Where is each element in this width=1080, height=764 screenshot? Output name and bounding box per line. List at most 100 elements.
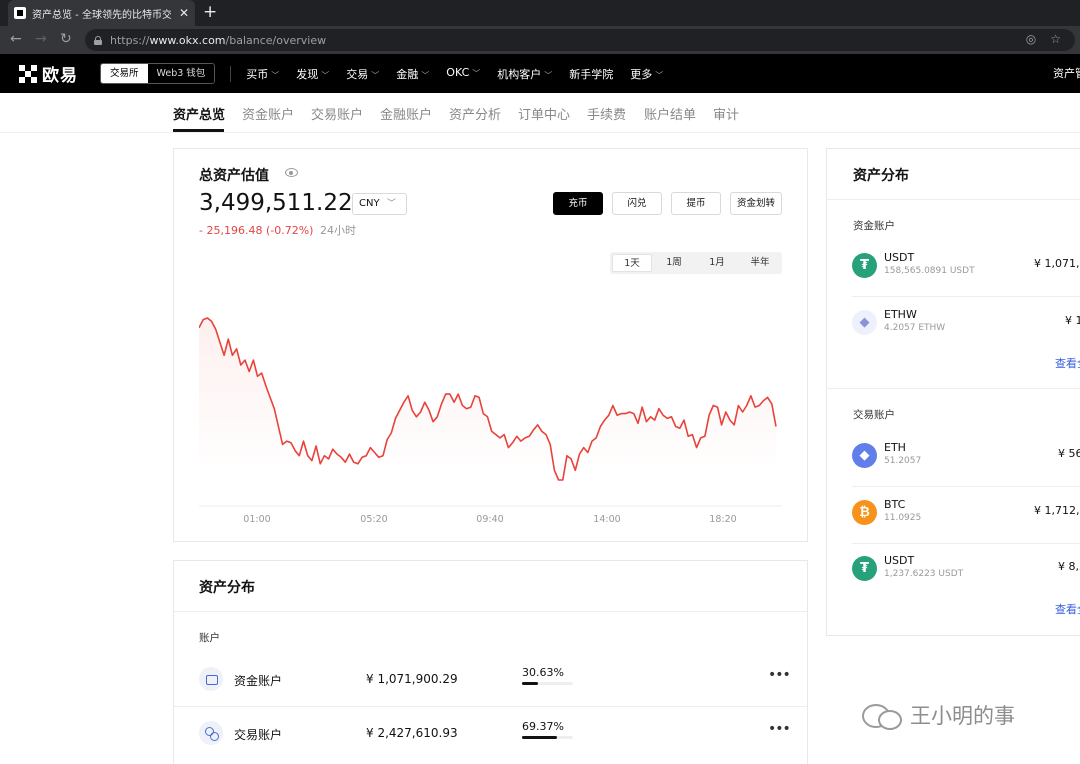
asset-quantity: 4.2057 ETHW — [884, 322, 946, 333]
header-nav-item[interactable]: OKC ﹀ — [446, 66, 480, 82]
site-header: 欧易 交易所 Web3 钱包 买币 ﹀ 发现 ﹀ 交易 ﹀ 金融 ﹀ OKC ﹀ 机构客户 ﹀ 新手学院… — [0, 54, 1080, 93]
lock-icon — [94, 35, 102, 45]
range-6m[interactable]: 半年 — [740, 254, 780, 272]
watermark-text: 王小明的事 — [910, 704, 1015, 728]
header-nav-label: 新手学院 — [569, 67, 614, 81]
asset-symbol: ETHW — [884, 307, 917, 321]
change-period: 24小时 — [319, 224, 356, 237]
header-nav-item[interactable]: 交易 ﹀ — [346, 66, 379, 82]
chevron-down-icon: ﹀ — [421, 70, 430, 80]
okx-favicon-icon — [14, 7, 26, 19]
header-nav-item[interactable]: 机构客户 ﹀ — [497, 66, 552, 82]
asset-row[interactable]: ◆ ETHW 4.2057 ETHW ¥ 1 — [827, 297, 1080, 353]
x-tick-label: 09:40 — [476, 514, 503, 525]
more-options-icon[interactable]: ••• — [768, 667, 791, 683]
close-tab-icon[interactable]: ✕ — [179, 6, 189, 20]
asset-value: ¥ 1,071,9 — [1034, 257, 1080, 270]
chart-area-fill — [199, 318, 776, 480]
convert-button[interactable]: 闪兑 — [612, 192, 662, 215]
currency-select[interactable]: CNY ﹀ — [352, 193, 407, 215]
subnav-tab[interactable]: 审计 — [713, 104, 739, 123]
link-icon — [199, 721, 223, 745]
eth-coin-icon: ◆ — [852, 443, 877, 468]
back-arrow-icon[interactable]: ← — [10, 31, 22, 47]
header-nav-item[interactable]: 更多 ﹀ — [630, 66, 663, 82]
asset-row[interactable]: ₿ BTC11.0925 ¥ 1,712,1 — [827, 487, 1080, 543]
header-nav-item[interactable]: 买币 ﹀ — [246, 66, 279, 82]
hidden-eye-icon[interactable]: ◎ — [1026, 32, 1036, 46]
asset-row[interactable]: ◆ ETH 51.2057 ¥ 563,6 — [827, 430, 1080, 486]
eye-icon[interactable] — [285, 168, 298, 177]
browser-tab[interactable]: 资产总览 - 全球领先的比特币交 ✕ — [8, 0, 195, 26]
asset-quantity: 11.0925 — [884, 512, 922, 523]
header-nav-label: 更多 — [630, 67, 653, 81]
subnav-tab[interactable]: 订单中心 — [518, 104, 570, 123]
okx-logo[interactable]: 欧易 — [19, 61, 78, 86]
reload-icon[interactable]: ↻ — [60, 31, 72, 47]
chevron-down-icon: ﹀ — [655, 70, 664, 80]
chevron-down-icon: ﹀ — [472, 68, 481, 78]
asset-symbol: USDT — [884, 251, 915, 264]
browser-toolbar: ← → ↻ https://www.okx.com/balance/overvi… — [0, 26, 1080, 54]
subnav-tab[interactable]: 账户结单 — [644, 104, 696, 123]
asset-quantity: 1,237.6223 USDT — [884, 569, 964, 579]
asset-row[interactable]: ₮ USDT 1,237.6223 USDT ¥ 8,3 — [827, 543, 1080, 599]
range-1m[interactable]: 1月 — [697, 254, 737, 272]
header-nav-item[interactable]: 金融 ﹀ — [396, 66, 429, 82]
withdraw-button[interactable]: 提币 — [671, 192, 721, 215]
btc-coin-icon: ₿ — [852, 499, 877, 525]
address-bar[interactable]: https://www.okx.com/balance/overview ◎ ☆ — [85, 29, 1075, 51]
account-row-trading[interactable]: 交易账户 ¥ 2,427,610.93 69.37% ••• — [174, 709, 807, 763]
x-tick-label: 14:00 — [593, 514, 620, 525]
web3-wallet-button[interactable]: Web3 钱包 — [147, 64, 215, 83]
asset-row[interactable]: ₮ USDT 158,565.0891 USDT ¥ 1,071,9 — [827, 240, 1080, 296]
account-name: 交易账户 — [234, 728, 283, 742]
exchange-mode-button[interactable]: 交易所 — [101, 64, 148, 83]
percent-bar — [522, 736, 573, 739]
subnav-tab[interactable]: 资金账户 — [242, 104, 294, 123]
header-nav-item[interactable]: 发现 ﹀ — [296, 66, 329, 82]
view-all-link[interactable]: 查看全 — [1055, 601, 1080, 617]
more-options-icon[interactable]: ••• — [768, 721, 791, 737]
new-tab-button[interactable]: + — [203, 2, 217, 22]
view-all-link[interactable]: 查看全 — [1055, 355, 1080, 371]
subnav-tab[interactable]: 资产分析 — [449, 104, 501, 123]
account-row-funding[interactable]: 资金账户 ¥ 1,071,900.29 30.63% ••• — [174, 655, 807, 709]
header-nav-label: 机构客户 — [497, 67, 542, 81]
chevron-down-icon: ﹀ — [321, 70, 330, 80]
range-1w[interactable]: 1周 — [654, 254, 694, 272]
asset-value: ¥ 8,3 — [1058, 560, 1080, 573]
subnav-tab[interactable]: 交易账户 — [311, 104, 363, 123]
subnav-tab[interactable]: 资产总览 — [173, 104, 225, 123]
header-nav-label: 发现 — [296, 67, 319, 81]
browser-tabstrip: 资产总览 - 全球领先的比特币交 ✕ + — [0, 0, 1080, 26]
x-tick-label: 18:20 — [709, 514, 736, 525]
total-asset-title: 总资产估值 — [199, 168, 269, 184]
watermark: 王小明的事 — [862, 700, 1015, 730]
header-nav-label: 交易 — [346, 67, 369, 81]
bookmark-star-icon[interactable]: ☆ — [1050, 32, 1061, 46]
account-amount: ¥ 2,427,610.93 — [366, 726, 458, 740]
subnav-tab[interactable]: 金融账户 — [380, 104, 432, 123]
header-nav-item[interactable]: 新手学院 — [569, 66, 613, 82]
asset-value-chart[interactable]: 01:00 05:20 09:40 14:00 18:20 — [199, 290, 782, 530]
asset-management-link[interactable]: 资产管 — [1053, 54, 1080, 93]
usdt-coin-icon: ₮ — [852, 556, 877, 581]
forward-arrow-icon[interactable]: → — [35, 31, 47, 47]
asset-value: ¥ 1,712,1 — [1034, 503, 1080, 517]
subnav-tab[interactable]: 手续费 — [587, 104, 626, 123]
url-text: https://www.okx.com/balance/overview — [110, 33, 327, 47]
deposit-button[interactable]: 充币 — [553, 192, 603, 215]
asset-quantity: 158,565.0891 USDT — [884, 266, 975, 276]
distribution-title: 资产分布 — [199, 580, 255, 596]
header-nav-label: OKC — [446, 65, 470, 79]
asset-value: ¥ 1 — [1065, 313, 1080, 327]
transfer-button[interactable]: 资金划转 — [730, 192, 782, 215]
header-divider — [230, 65, 232, 82]
percent-fill — [522, 736, 558, 739]
range-1d[interactable]: 1天 — [612, 254, 652, 272]
trading-account-label: 交易账户 — [853, 409, 895, 421]
currency-value: CNY — [359, 198, 380, 209]
account-name: 资金账户 — [234, 674, 283, 688]
logo-text: 欧易 — [42, 66, 78, 86]
